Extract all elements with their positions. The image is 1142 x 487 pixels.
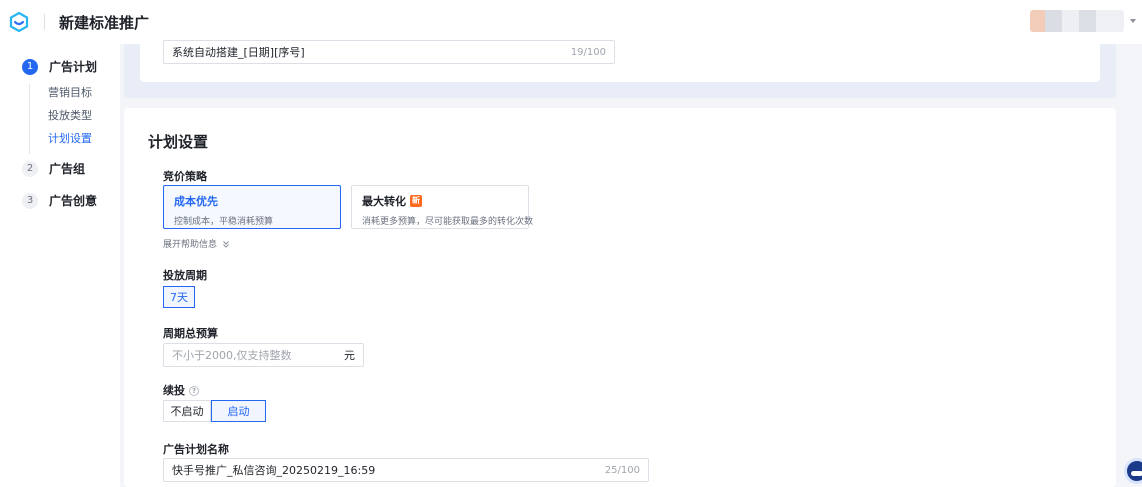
char-count: 19/100 xyxy=(570,46,606,58)
step-number: 1 xyxy=(22,58,38,75)
assistant-bot-icon[interactable] xyxy=(1124,458,1142,484)
plan-name-value: 快手号推广_私信咨询_20250219_16:59 xyxy=(172,464,376,477)
help-link-text: 展开帮助信息 xyxy=(163,240,218,250)
question-icon[interactable]: ? xyxy=(189,386,199,396)
section-title: 计划设置 xyxy=(148,133,209,151)
substep-plan-settings[interactable]: 计划设置 xyxy=(48,130,92,146)
expand-help-link[interactable]: 展开帮助信息 xyxy=(163,237,230,250)
char-count: 25/100 xyxy=(604,464,640,476)
step-number: 2 xyxy=(22,160,38,177)
option-desc: 控制成本，平稳消耗预算 xyxy=(174,217,274,227)
new-badge: 新 xyxy=(410,195,422,207)
chevron-double-down-icon xyxy=(223,241,229,248)
step-ad-creative[interactable]: 3 广告创意 xyxy=(22,192,97,209)
budget-placeholder: 不小于2000,仅支持整数 xyxy=(172,349,292,362)
plan-settings-card xyxy=(124,108,1116,487)
top-header: 新建标准推广 xyxy=(0,0,1142,44)
period-label: 投放周期 xyxy=(163,269,207,282)
substep-delivery-type[interactable]: 投放类型 xyxy=(48,107,92,123)
option-title: 成本优先 xyxy=(174,195,218,208)
budget-label: 周期总预算 xyxy=(163,327,218,340)
option-desc: 消耗更多预算，尽可能获取最多的转化次数 xyxy=(362,217,534,227)
auto-name-input[interactable]: 系统自动搭建_[日期][序号] 19/100 xyxy=(163,40,615,64)
step-number: 3 xyxy=(22,192,38,209)
input-value: 系统自动搭建_[日期][序号] xyxy=(172,46,305,59)
period-7days-button[interactable]: 7天 xyxy=(163,286,195,308)
step-ad-group[interactable]: 2 广告组 xyxy=(22,160,85,177)
chevron-down-icon[interactable] xyxy=(1130,19,1136,23)
header-divider xyxy=(44,14,45,30)
budget-unit: 元 xyxy=(344,349,355,362)
bid-strategy-label: 竞价策略 xyxy=(163,170,207,183)
step-label: 广告计划 xyxy=(49,60,98,74)
step-connector xyxy=(29,84,30,154)
step-ad-plan[interactable]: 1 广告计划 xyxy=(22,58,97,75)
logo-icon[interactable] xyxy=(8,11,30,33)
renew-label-row: 续投? xyxy=(163,382,199,398)
step-label: 广告创意 xyxy=(49,194,98,208)
plan-name-label: 广告计划名称 xyxy=(163,443,229,456)
plan-name-input[interactable]: 快手号推广_私信咨询_20250219_16:59 25/100 xyxy=(163,458,649,482)
bid-option-max-conversion[interactable]: 最大转化 新 消耗更多预算，尽可能获取最多的转化次数 xyxy=(351,185,534,229)
renew-off-button[interactable]: 不启动 xyxy=(163,400,211,422)
renew-on-button[interactable]: 启动 xyxy=(211,400,266,422)
renew-label: 续投 xyxy=(163,384,185,397)
bid-option-cost-first[interactable]: 成本优先 控制成本，平稳消耗预算 xyxy=(163,185,341,229)
step-label: 广告组 xyxy=(49,162,86,176)
budget-input[interactable]: 不小于2000,仅支持整数 元 xyxy=(163,343,364,367)
avatar-icon[interactable] xyxy=(1030,10,1124,32)
option-title: 最大转化 xyxy=(362,195,406,208)
option-title-row: 最大转化 新 xyxy=(362,193,518,209)
page-title: 新建标准推广 xyxy=(59,13,150,32)
substep-marketing-goal[interactable]: 营销目标 xyxy=(48,84,92,100)
